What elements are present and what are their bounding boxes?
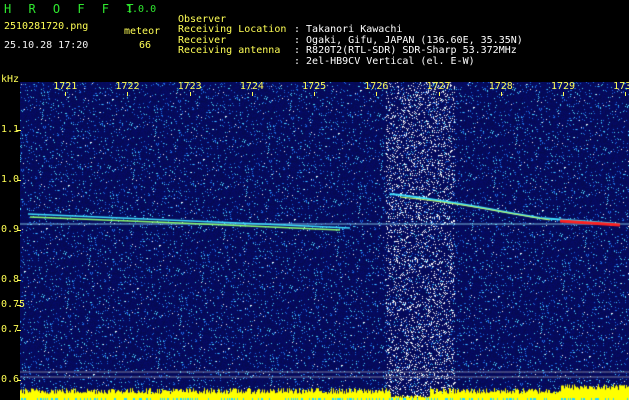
time-tick-mark [65, 92, 67, 96]
info-value: : 2el-HB9CV Vertical (el. E-W) [294, 55, 475, 67]
info-value: : Takanori Kawachi [294, 24, 403, 35]
time-tick-label: 1724 [239, 81, 264, 92]
info-row-observer: Observer : Takanori Kawachi [178, 4, 402, 35]
time-tick-mark [376, 92, 378, 96]
file-name: 2510281720.png [4, 21, 89, 32]
frequency-unit-label: kHz [1, 74, 20, 85]
info-value: : R820T2(RTL-SDR) SDR-Sharp 53.372MHz [294, 45, 517, 56]
spectrogram-plot [20, 82, 629, 400]
header-panel: H R O F F T 1.0.0 2510281720.png meteor … [0, 0, 629, 72]
frequency-tick-mark [17, 230, 21, 231]
time-tick-mark [563, 92, 564, 96]
info-row-location: Receiving Location : Ogaki, Gifu, JAPAN … [178, 15, 523, 45]
frequency-tick-mark [17, 330, 21, 331]
time-tick-label: 1725 [302, 81, 327, 92]
frequency-tick-mark [17, 130, 21, 131]
time-tick-mark [500, 92, 502, 96]
time-tick-label: 1722 [115, 81, 140, 92]
frequency-tick-mark [17, 280, 21, 281]
time-tick-mark [314, 92, 316, 96]
time-tick-label: 1723 [177, 81, 202, 92]
frequency-tick-mark [17, 380, 21, 381]
info-row-receiver: Receiver : R820T2(RTL-SDR) SDR-Sharp 53.… [178, 25, 517, 56]
frequency-tick-label: 0.75 [1, 299, 26, 310]
frequency-tick-mark [17, 180, 21, 181]
time-tick-mark [438, 92, 440, 96]
time-tick-label: 1730 [613, 81, 629, 92]
time-tick-label: 1726 [364, 81, 389, 92]
station-info: Observer : Takanori Kawachi Receiving Lo… [178, 4, 523, 66]
time-tick-label: 1721 [53, 81, 78, 92]
time-tick-label: 1728 [488, 81, 513, 92]
info-row-antenna: Receiving antenna : 2el-HB9CV Vertical (… [178, 36, 475, 66]
time-tick-mark [625, 92, 627, 96]
app-name: H R O F F T [4, 2, 139, 16]
timestamp: 25.10.28 17:20 [4, 40, 89, 51]
time-tick-label: 1729 [550, 81, 576, 92]
time-tick-mark [189, 92, 191, 96]
app-version: 1.0.0 [126, 4, 157, 15]
time-tick-mark [127, 92, 129, 96]
time-tick-label: 1727 [426, 81, 451, 92]
meteor-count: 66 [139, 40, 152, 51]
category-label: meteor [124, 26, 161, 37]
info-key: Receiving antenna [178, 45, 281, 56]
time-tick-mark [251, 92, 253, 96]
frequency-tick-mark [17, 305, 21, 306]
